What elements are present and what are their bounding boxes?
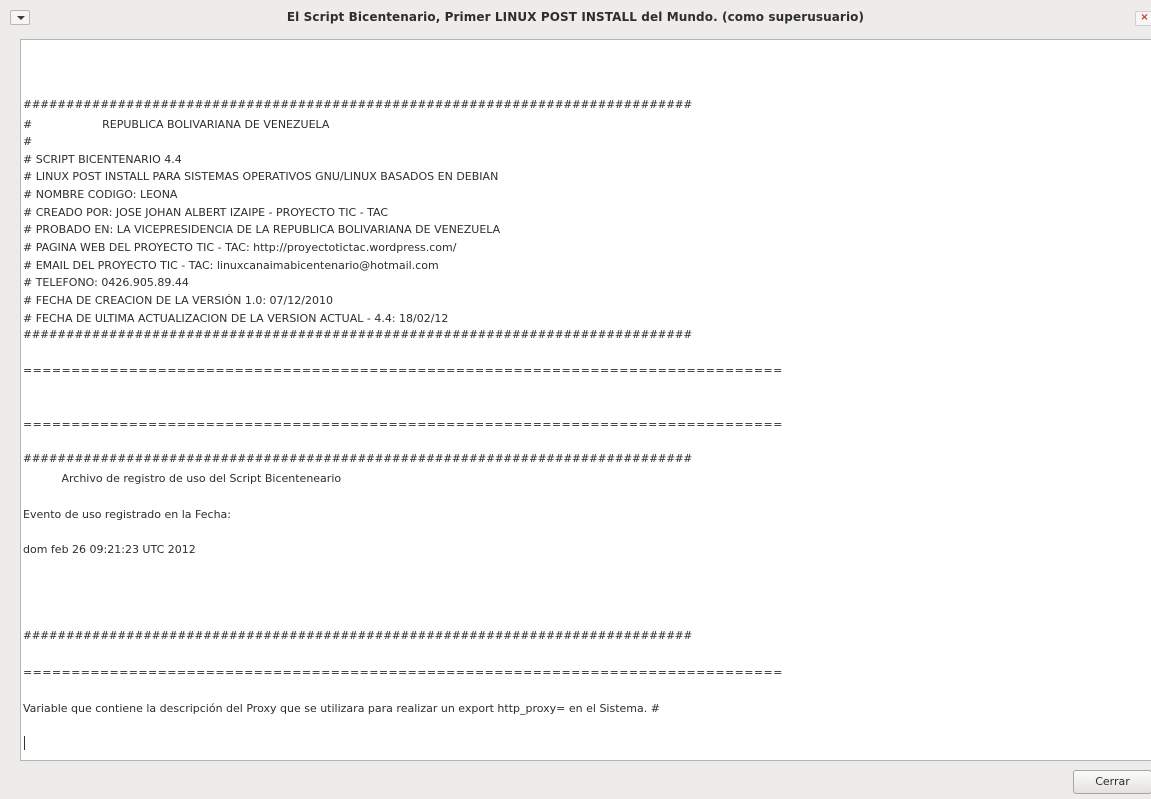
log-line: # SCRIPT BICENTENARIO 4.4 bbox=[23, 153, 182, 166]
log-line: ########################################… bbox=[23, 630, 692, 642]
log-line: Evento de uso registrado en la Fecha: bbox=[23, 508, 232, 521]
log-line: # FECHA DE ULTIMA ACTUALIZACION DE LA VE… bbox=[23, 312, 449, 325]
log-line: ========================================… bbox=[23, 364, 783, 377]
log-line: # REPUBLICA BOLIVARIANA DE VENEZUELA bbox=[23, 118, 330, 131]
log-line: Variable que contiene la descripción del… bbox=[23, 702, 660, 715]
log-line: Archivo de registro de uso del Script Bi… bbox=[23, 472, 342, 485]
log-line: # bbox=[23, 135, 33, 148]
log-line: ########################################… bbox=[23, 453, 692, 465]
log-line: # EMAIL DEL PROYECTO TIC - TAC: linuxcan… bbox=[23, 259, 439, 272]
log-line: ========================================… bbox=[23, 418, 783, 431]
log-line: # TELEFONO: 0426.905.89.44 bbox=[23, 276, 189, 289]
window-title: El Script Bicentenario, Primer LINUX POS… bbox=[286, 10, 865, 24]
close-button[interactable]: Cerrar bbox=[1073, 770, 1151, 794]
log-line: dom feb 26 09:21:23 UTC 2012 bbox=[23, 543, 196, 556]
log-line: ########################################… bbox=[23, 329, 692, 341]
close-icon[interactable]: × bbox=[1135, 11, 1151, 26]
log-line: # PROBADO EN: LA VICEPRESIDENCIA DE LA R… bbox=[23, 223, 501, 236]
title-bar: El Script Bicentenario, Primer LINUX POS… bbox=[0, 0, 1151, 38]
log-line: # CREADO POR: JOSE JOHAN ALBERT IZAIPE -… bbox=[23, 206, 389, 219]
log-line: # PAGINA WEB DEL PROYECTO TIC - TAC: htt… bbox=[23, 241, 457, 254]
log-text-area[interactable]: ########################################… bbox=[20, 39, 1151, 761]
log-line: # LINUX POST INSTALL PARA SISTEMAS OPERA… bbox=[23, 170, 499, 183]
log-line: ########################################… bbox=[23, 99, 692, 111]
log-line: # NOMBRE CODIGO: LEONA bbox=[23, 188, 178, 201]
log-line: ========================================… bbox=[23, 666, 783, 679]
text-cursor bbox=[24, 736, 25, 750]
log-line: # FECHA DE CREACION DE LA VERSIÓN 1.0: 0… bbox=[23, 294, 333, 307]
